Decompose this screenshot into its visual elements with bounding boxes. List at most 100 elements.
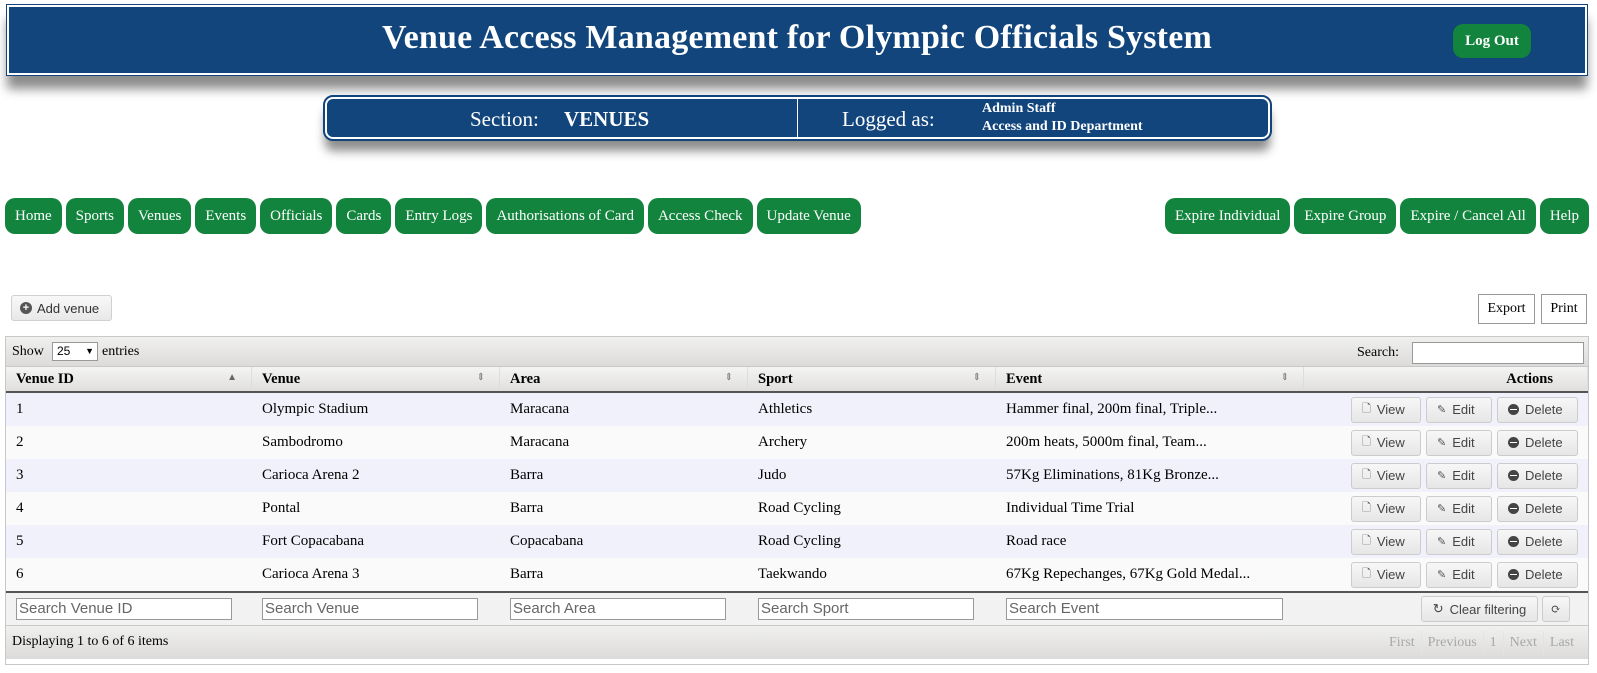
cell-area: Barra (510, 566, 544, 582)
edit-button[interactable]: ✎ Edit (1426, 528, 1492, 555)
refresh-button[interactable]: ⟳ (1542, 596, 1570, 622)
filter-cell: Search Area (500, 598, 748, 620)
edit-button[interactable]: ✎ Edit (1426, 462, 1492, 489)
chevron-down-icon: ▼ (85, 346, 94, 356)
pager-first[interactable]: First (1383, 631, 1422, 655)
edit-button[interactable]: ✎ Edit (1426, 561, 1492, 588)
clear-filtering-button[interactable]: ↻ Clear filtering (1421, 596, 1538, 622)
view-button[interactable]: 🗋 View (1351, 528, 1421, 555)
sort-icon: ⇕ (1280, 372, 1289, 383)
filter-cell: Search Venue (252, 598, 500, 620)
table-row: 1 Olympic Stadium Maracana Athletics Ham… (6, 393, 1588, 426)
nav-sports[interactable]: Sports (65, 198, 125, 234)
logout-button[interactable]: Log Out (1453, 24, 1531, 58)
column-header-sport[interactable]: Sport ⇕ (748, 367, 996, 391)
cell-venue: Fort Copacabana (262, 533, 365, 549)
edit-button[interactable]: ✎ Edit (1426, 495, 1492, 522)
cell-sport: Road Cycling (758, 500, 841, 516)
refresh-icon: ⟳ (1550, 601, 1562, 616)
nav-events[interactable]: Events (195, 198, 257, 234)
document-icon: 🗋 (1362, 535, 1371, 547)
page-size-select[interactable]: 25 ▼ (52, 342, 98, 361)
column-header-venue[interactable]: Venue ⇕ (252, 367, 500, 391)
cell-sport: Taekwando (758, 566, 827, 582)
delete-button[interactable]: Delete (1497, 528, 1578, 555)
delete-button[interactable]: Delete (1497, 495, 1578, 522)
table-row: 5 Fort Copacabana Copacabana Road Cyclin… (6, 525, 1588, 558)
cell-venue: Carioca Arena 3 (262, 566, 360, 582)
column-header-event[interactable]: Event ⇕ (996, 367, 1304, 391)
entries-label: entries (102, 344, 140, 359)
cell-area: Maracana (510, 401, 570, 417)
plus-circle-icon: + (20, 302, 32, 314)
cell-area: Barra (510, 500, 544, 516)
view-button[interactable]: 🗋 View (1351, 561, 1421, 588)
section-value: VENUES (564, 107, 650, 131)
filter-venue-input[interactable]: Search Venue (262, 598, 478, 620)
nav-home[interactable]: Home (5, 198, 62, 234)
row-actions: 🗋 View ✎ Edit Delete (1304, 528, 1588, 555)
pager-next[interactable]: Next (1504, 631, 1544, 655)
minus-circle-icon (1508, 404, 1519, 415)
nav-entry-logs[interactable]: Entry Logs (395, 198, 483, 234)
cell-venue: Sambodromo (262, 434, 343, 450)
expire-cancel-all-button[interactable]: Expire / Cancel All (1400, 198, 1536, 234)
cell-event: 67Kg Repechanges, 67Kg Gold Medal... (1006, 566, 1251, 582)
filter-sport-input[interactable]: Search Sport (758, 598, 974, 620)
nav-cards[interactable]: Cards (336, 198, 392, 234)
nav-officials[interactable]: Officials (260, 198, 333, 234)
filter-area-input[interactable]: Search Area (510, 598, 726, 620)
add-venue-button[interactable]: + Add venue (11, 295, 112, 321)
table-header: Venue ID ▲ Venue ⇕ Area ⇕ Sport ⇕ Event ⇕ Act… (6, 367, 1588, 393)
cell-area: Barra (510, 467, 544, 483)
pager-previous[interactable]: Previous (1422, 631, 1484, 655)
view-button[interactable]: 🗋 View (1351, 462, 1421, 489)
expire-group-button[interactable]: Expire Group (1294, 198, 1397, 234)
document-icon: 🗋 (1362, 502, 1371, 514)
filter-venue-id-input[interactable]: Search Venue ID (16, 598, 232, 620)
print-button[interactable]: Print (1541, 294, 1587, 324)
cell-area: Copacabana (510, 533, 584, 549)
table-row: 3 Carioca Arena 2 Barra Judo 57Kg Elimin… (6, 459, 1588, 492)
pencil-icon: ✎ (1437, 437, 1447, 449)
search-input[interactable] (1412, 342, 1584, 364)
column-header-venue-id[interactable]: Venue ID ▲ (6, 367, 252, 391)
edit-button[interactable]: ✎ Edit (1426, 396, 1492, 423)
delete-button[interactable]: Delete (1497, 429, 1578, 456)
column-header-actions: Actions (1304, 367, 1588, 391)
cell-venue-id: 1 (16, 401, 24, 417)
delete-button[interactable]: Delete (1497, 396, 1578, 423)
show-label: Show (12, 344, 44, 359)
edit-button[interactable]: ✎ Edit (1426, 429, 1492, 456)
filter-event-input[interactable]: Search Event (1006, 598, 1283, 620)
nav-authorisations[interactable]: Authorisations of Card (486, 198, 644, 234)
sort-icon: ⇕ (972, 372, 981, 383)
delete-button[interactable]: Delete (1497, 561, 1578, 588)
expire-individual-button[interactable]: Expire Individual (1164, 198, 1291, 234)
nav-access-check[interactable]: Access Check (647, 198, 753, 234)
cell-venue: Pontal (262, 500, 301, 516)
view-button[interactable]: 🗋 View (1351, 495, 1421, 522)
export-button[interactable]: Export (1478, 294, 1535, 324)
display-count: Displaying 1 to 6 of 6 items (12, 634, 169, 649)
pager-page-1[interactable]: 1 (1484, 631, 1504, 655)
pager-last[interactable]: Last (1544, 631, 1580, 655)
sort-icon: ⇕ (476, 372, 485, 383)
view-button[interactable]: 🗋 View (1351, 429, 1421, 456)
column-header-area[interactable]: Area ⇕ (500, 367, 748, 391)
pencil-icon: ✎ (1437, 470, 1447, 482)
section-bar: Section: VENUES Logged as: Admin Staff A… (323, 95, 1272, 141)
app-title: Venue Access Management for Olympic Offi… (381, 19, 1213, 56)
delete-button[interactable]: Delete (1497, 462, 1578, 489)
view-button[interactable]: 🗋 View (1351, 396, 1421, 423)
table-row: 4 Pontal Barra Road Cycling Individual T… (6, 492, 1588, 525)
grid-footer: Displaying 1 to 6 of 6 items First Previ… (6, 626, 1588, 659)
minus-circle-icon (1508, 437, 1519, 448)
nav-update-venue[interactable]: Update Venue (756, 198, 861, 234)
document-icon: 🗋 (1362, 436, 1371, 448)
cell-event: Road race (1006, 533, 1067, 549)
cell-venue-id: 4 (16, 500, 24, 516)
minus-circle-icon (1508, 470, 1519, 481)
help-button[interactable]: Help (1539, 198, 1589, 234)
nav-venues[interactable]: Venues (128, 198, 192, 234)
